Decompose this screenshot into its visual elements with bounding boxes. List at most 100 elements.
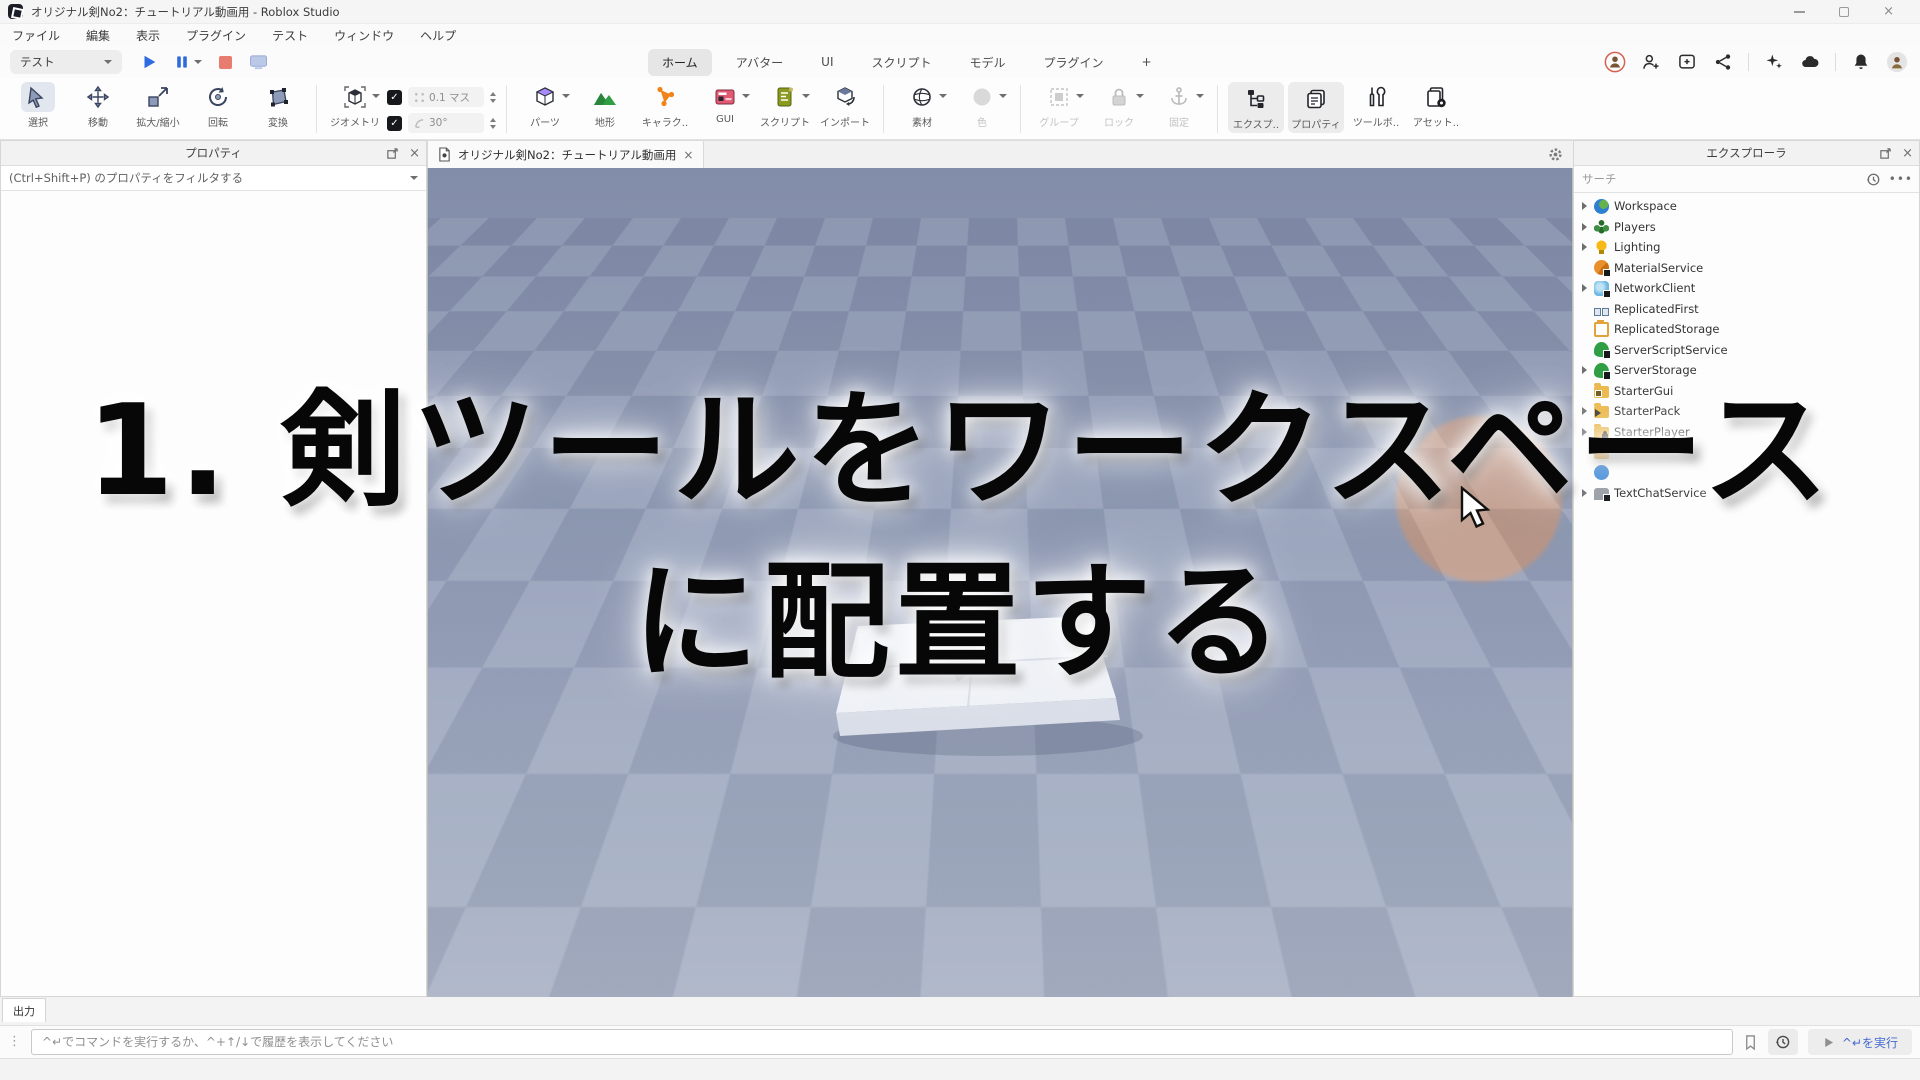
ai-assistant-button[interactable]: [1763, 51, 1785, 73]
tab-home[interactable]: ホーム: [648, 49, 712, 76]
test-mode-dropdown[interactable]: テスト: [10, 50, 122, 74]
tree-item-players[interactable]: Players: [1574, 217, 1919, 238]
tree-item-hidden-service[interactable]: [1574, 463, 1919, 484]
share-button[interactable]: [1712, 51, 1734, 73]
chevron-right-icon[interactable]: [1582, 428, 1587, 436]
close-button[interactable]: ×: [1883, 5, 1894, 18]
tab-script[interactable]: スクリプト: [858, 49, 946, 76]
collaborate-button[interactable]: [1640, 51, 1662, 73]
tree-item-starterpack[interactable]: StarterPack: [1574, 401, 1919, 422]
notifications-button[interactable]: [1850, 51, 1872, 73]
menu-test[interactable]: テスト: [272, 27, 308, 44]
tree-item-materialservice[interactable]: MaterialService: [1574, 258, 1919, 279]
tree-item-serverstorage[interactable]: ServerStorage: [1574, 360, 1919, 381]
rotate-snap-stepper[interactable]: [490, 118, 496, 129]
history-icon[interactable]: [1866, 172, 1881, 187]
output-tab[interactable]: 出力: [2, 998, 46, 1022]
import-button[interactable]: インポート: [817, 82, 873, 129]
properties-filter-input[interactable]: [1, 171, 410, 185]
new-window-button[interactable]: [1676, 51, 1698, 73]
device-emulation-button[interactable]: [249, 54, 268, 71]
geometry-dropdown-button[interactable]: ジオメトリ: [327, 82, 383, 129]
tab-add[interactable]: +: [1128, 50, 1166, 74]
play-button[interactable]: [140, 53, 158, 71]
lock-button[interactable]: ロック: [1091, 82, 1147, 129]
script-button[interactable]: スクリプト: [757, 82, 813, 129]
gui-button[interactable]: GUI: [697, 82, 753, 125]
part-button[interactable]: パーツ: [517, 82, 573, 129]
undock-icon[interactable]: [1879, 147, 1892, 160]
chevron-right-icon[interactable]: [1582, 223, 1587, 231]
tree-item-workspace[interactable]: Workspace: [1574, 196, 1919, 217]
viewport-3d[interactable]: [427, 168, 1573, 997]
minimize-button[interactable]: [1794, 11, 1805, 13]
tab-ui[interactable]: UI: [807, 50, 847, 74]
asset-manager-button[interactable]: アセット..: [1408, 82, 1464, 129]
menu-plugins[interactable]: プラグイン: [186, 27, 246, 44]
tree-item-startergui[interactable]: StarterGui: [1574, 381, 1919, 402]
explorer-search-input[interactable]: [1580, 171, 1858, 187]
move-snap-field[interactable]: 0.1 マス: [408, 87, 484, 107]
material-button[interactable]: 素材: [894, 82, 950, 129]
explorer-toggle-button[interactable]: エクスプ..: [1228, 82, 1284, 133]
move-snap-stepper[interactable]: [490, 92, 496, 103]
tree-item-lighting[interactable]: Lighting: [1574, 237, 1919, 258]
profile-avatar-button[interactable]: [1886, 51, 1908, 73]
tree-item-hidden-folder[interactable]: [1574, 442, 1919, 463]
group-button[interactable]: グループ: [1031, 82, 1087, 129]
rotate-tool-button[interactable]: 回転: [190, 82, 246, 129]
tree-item-replicatedstorage[interactable]: ReplicatedStorage: [1574, 319, 1919, 340]
move-tool-button[interactable]: 移動: [70, 82, 126, 129]
chevron-right-icon[interactable]: [1582, 284, 1587, 292]
anchor-button[interactable]: 固定: [1151, 82, 1207, 129]
tree-item-textchatservice[interactable]: TextChatService: [1574, 483, 1919, 504]
explorer-menu-button[interactable]: •••: [1889, 172, 1913, 186]
cloud-sync-button[interactable]: [1799, 51, 1821, 73]
tab-plugins[interactable]: プラグイン: [1030, 49, 1118, 76]
divider: [883, 85, 884, 133]
viewport-settings-button[interactable]: [1548, 141, 1573, 168]
drag-handle-icon[interactable]: ⋮: [8, 1039, 21, 1046]
tree-item-networkclient[interactable]: NetworkClient: [1574, 278, 1919, 299]
toolbox-toggle-button[interactable]: ツールボ..: [1348, 82, 1404, 129]
maximize-button[interactable]: [1839, 7, 1849, 17]
chevron-right-icon[interactable]: [1582, 489, 1587, 497]
document-tab[interactable]: オリジナル剣No2：チュートリアル動画用 ×: [427, 141, 704, 168]
rotate-snap-field[interactable]: 30°: [408, 113, 484, 133]
avatar-ring-button[interactable]: [1604, 51, 1626, 73]
select-tool-button[interactable]: 選択: [10, 82, 66, 129]
command-history-button[interactable]: [1768, 1029, 1798, 1055]
transform-tool-button[interactable]: 変換: [250, 82, 306, 129]
run-command-button[interactable]: ^↵を実行: [1808, 1029, 1912, 1055]
menu-edit[interactable]: 編集: [86, 27, 110, 44]
tree-item-serverscriptservice[interactable]: ServerScriptService: [1574, 340, 1919, 361]
command-input[interactable]: [31, 1029, 1733, 1055]
stop-button[interactable]: [218, 55, 233, 70]
chevron-right-icon[interactable]: [1582, 407, 1587, 415]
chevron-right-icon[interactable]: [1582, 366, 1587, 374]
tab-avatar[interactable]: アバター: [722, 49, 798, 76]
move-snap-checkbox[interactable]: ✓: [387, 90, 402, 105]
character-button[interactable]: キャラク..: [637, 82, 693, 129]
rotate-snap-checkbox[interactable]: ✓: [387, 116, 402, 131]
color-button[interactable]: 色: [954, 82, 1010, 129]
menu-help[interactable]: ヘルプ: [420, 27, 456, 44]
tree-item-starterplayer[interactable]: StarterPlayer: [1574, 422, 1919, 443]
undock-icon[interactable]: [386, 147, 399, 160]
chevron-right-icon[interactable]: [1582, 243, 1587, 251]
chevron-right-icon[interactable]: [1582, 202, 1587, 210]
tab-model[interactable]: モデル: [956, 49, 1020, 76]
close-tab-icon[interactable]: ×: [683, 148, 693, 162]
scale-tool-button[interactable]: 拡大/縮小: [130, 82, 186, 129]
tree-item-replicatedfirst[interactable]: ReplicatedFirst: [1574, 299, 1919, 320]
menu-file[interactable]: ファイル: [12, 27, 60, 44]
terrain-button[interactable]: 地形: [577, 82, 633, 129]
toolbox-icon: [1364, 85, 1388, 109]
menu-view[interactable]: 表示: [136, 27, 160, 44]
properties-toggle-button[interactable]: プロパティ: [1288, 82, 1344, 133]
menu-window[interactable]: ウィンドウ: [334, 27, 394, 44]
pause-button[interactable]: [174, 54, 202, 70]
close-panel-icon[interactable]: ×: [409, 147, 420, 160]
bookmark-icon[interactable]: [1743, 1034, 1758, 1051]
close-panel-icon[interactable]: ×: [1902, 147, 1913, 160]
